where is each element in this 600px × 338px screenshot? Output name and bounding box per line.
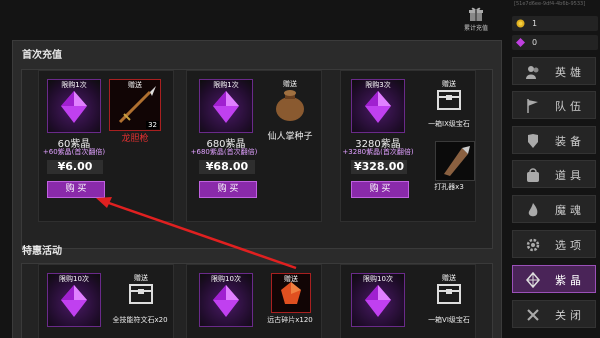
gear-icon [526, 238, 540, 252]
sidebar-item-items[interactable]: 道具 [512, 160, 596, 188]
gift-item: 赠送 [121, 273, 161, 313]
gold-currency: 1 [512, 16, 598, 31]
sidebar-item-close[interactable]: 关闭 [512, 300, 596, 328]
gem-value: 0 [532, 38, 538, 47]
gem-item: 限购1次 [199, 79, 253, 133]
gift-name: 一箱IX级宝石 [428, 120, 470, 128]
buy-button[interactable]: 购 买 [199, 181, 257, 198]
gem-bonus: +680紫晶(首次翻倍) [190, 148, 258, 156]
sidebar-item-soul[interactable]: 魔魂 [512, 195, 596, 223]
gem-item: 限购10次 [47, 273, 101, 327]
offer-card: 限购10次 赠送 一箱VI级宝石 [340, 264, 476, 338]
gold-coin-icon [516, 19, 525, 28]
offer-card: 限购1次 赠送 仙人掌种子 680紫晶 +680紫晶(首次翻倍) ¥68.00 [186, 70, 322, 222]
gift-tag: 赠送 [442, 274, 456, 282]
sidebar-item-crystal[interactable]: 紫晶 [512, 265, 596, 293]
gem-item: 限购10次 [351, 273, 405, 327]
sidebar-item-label: 队伍 [555, 100, 585, 113]
bag-icon [527, 168, 539, 182]
gift-name: 全技能符文石x20 [112, 316, 168, 324]
close-icon [527, 309, 539, 321]
gem-item: 限购3次 [351, 79, 405, 133]
gift-tag: 赠送 [134, 274, 148, 282]
gem-item: 限购1次 [47, 79, 101, 133]
offer-card: 限购1次 赠送 32 龙胆枪 60紫晶 +60紫晶(首次翻倍) ¥6.00 购 … [38, 70, 174, 222]
gift-icon [469, 7, 483, 21]
gem-item: 限购10次 [199, 273, 253, 327]
sidebar-item-label: 选项 [555, 239, 585, 252]
gift-tag: 赠送 [128, 81, 142, 89]
price-label: ¥328.00 [351, 160, 407, 174]
sidebar-item-label: 魔魂 [555, 204, 585, 217]
gift-item: 赠送 [271, 273, 311, 313]
sidebar-item-team[interactable]: 队伍 [512, 91, 596, 119]
purple-crystal-icon [61, 285, 87, 317]
gift-tag: 赠送 [442, 80, 456, 88]
armor-icon [528, 134, 538, 148]
crystal-icon [526, 272, 540, 288]
price-label: ¥68.00 [199, 160, 255, 174]
flag-icon [527, 99, 538, 113]
purple-crystal-icon [213, 285, 239, 317]
gift-name: 仙人掌种子 [267, 132, 313, 142]
gift-tag: 赠送 [284, 275, 298, 283]
flame-icon [528, 203, 538, 217]
offer-card: 限购3次 赠送 一箱IX级宝石 打孔器x3 3280紫晶 +3280紫晶(首次翻… [340, 70, 476, 222]
sidebar-item-label: 装备 [555, 135, 585, 148]
gift-tag: 赠送 [283, 80, 297, 88]
heroes-icon [526, 66, 539, 79]
first-recharge-title: 首次充值 [22, 50, 62, 61]
special-offers-title: 特惠活动 [22, 246, 62, 257]
shop-panel: 限购1次 赠送 32 龙胆枪 60紫晶 +60紫晶(首次翻倍) ¥6.00 购 … [12, 40, 502, 338]
cumulative-recharge-label: 累计充值 [463, 25, 488, 32]
sidebar-item-equipment[interactable]: 装备 [512, 126, 596, 154]
buy-button[interactable]: 购 买 [351, 181, 409, 198]
driller-icon [444, 146, 470, 176]
gold-value: 1 [532, 19, 538, 28]
sidebar-item-label: 道具 [555, 169, 585, 182]
sidebar-item-heroes[interactable]: 英雄 [512, 57, 596, 85]
buy-button[interactable]: 购 买 [47, 181, 105, 198]
sidebar-item-options[interactable]: 选项 [512, 230, 596, 258]
gift-name: 远古碎片x120 [267, 316, 313, 324]
gift-qty: 32 [146, 121, 159, 129]
gift-item: 赠送 [429, 79, 469, 119]
purple-gem-icon [516, 38, 525, 47]
first-recharge-section: 限购1次 赠送 32 龙胆枪 60紫晶 +60紫晶(首次翻倍) ¥6.00 购 … [21, 69, 493, 249]
special-offers-section: 限购10次 赠送 全技能符文石x20 限购10次 赠送 远古碎片x120 限购1… [21, 263, 493, 338]
gift-name: 一箱VI级宝石 [428, 316, 470, 324]
sidebar-item-label: 紫晶 [555, 274, 585, 287]
offer-card: 限购10次 赠送 远古碎片x120 [186, 264, 322, 338]
gem-bonus: +3280紫晶(首次翻倍) [342, 148, 414, 156]
offer-card: 限购10次 赠送 全技能符文石x20 [38, 264, 174, 338]
purple-crystal-icon [213, 91, 239, 123]
purple-crystal-icon [365, 285, 391, 317]
sidebar-item-label: 关闭 [555, 309, 585, 322]
gift-item [435, 141, 475, 181]
gift-item: 赠送 [267, 79, 313, 125]
session-id-text: [51e7d6ee-9df4-4b6b-9533] [514, 1, 586, 7]
gift-item: 赠送 [429, 273, 469, 313]
purple-crystal-icon [365, 91, 391, 123]
gift-name: 打孔器x3 [434, 183, 464, 191]
gem-bonus: +60紫晶(首次翻倍) [42, 148, 106, 156]
gift-item: 赠送 32 [109, 79, 161, 131]
price-label: ¥6.00 [47, 160, 103, 174]
cumulative-recharge-button[interactable]: 累计充值 [458, 6, 494, 36]
gem-currency: 0 [512, 35, 598, 50]
gift-name: 龙胆枪 [121, 134, 149, 144]
purple-crystal-icon [61, 91, 87, 123]
sidebar-item-label: 英雄 [555, 66, 585, 79]
